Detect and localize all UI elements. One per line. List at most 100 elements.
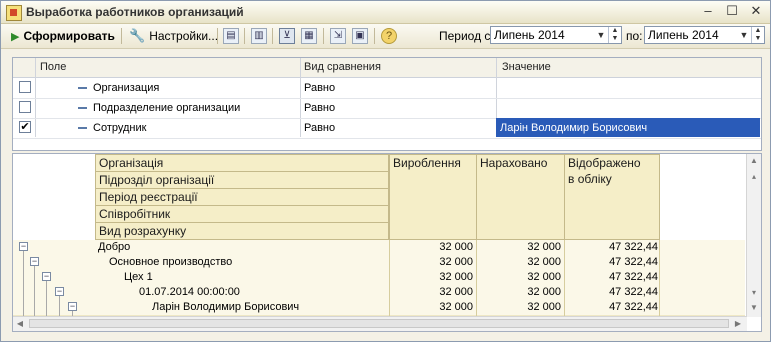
column-header-accrued: Нараховано	[476, 154, 565, 240]
row-produced: 32 000	[439, 286, 473, 298]
period-from-label: Период с:	[439, 29, 494, 43]
scroll-down-fast-icon[interactable]: ▾	[747, 286, 761, 300]
report-row[interactable]: Добро 32 000 32 000 47 322,44	[13, 240, 745, 256]
filter-field: Организация	[93, 82, 160, 94]
field-dash-icon	[78, 127, 87, 129]
collapse-icon[interactable]: −	[55, 287, 64, 296]
row-reflected: 47 322,44	[609, 271, 658, 283]
row-accrued: 32 000	[527, 286, 561, 298]
wrench-icon: 🔧	[129, 28, 146, 43]
column-header-comparison: Вид сравнения	[304, 61, 381, 73]
report-app-icon	[6, 5, 22, 21]
generate-button[interactable]: ▶ Сформировать	[11, 27, 115, 45]
report-row[interactable]: 01.07.2014 00:00:00 32 000 32 000 47 322…	[13, 285, 745, 301]
dropdown-arrow-icon[interactable]: ▼	[737, 27, 751, 43]
play-icon: ▶	[11, 30, 20, 43]
filter-comparison[interactable]: Равно	[304, 102, 335, 114]
row-reflected: 47 322,44	[609, 301, 658, 313]
generate-button-label: Сформировать	[23, 29, 115, 43]
filter-value-selected[interactable]: Ларін Володимир Борисович	[496, 118, 760, 137]
filter-checkbox[interactable]	[19, 101, 31, 113]
row-name: Цех 1	[124, 271, 153, 283]
report-table: Організація Підрозділ організації Період…	[12, 153, 762, 332]
row-produced: 32 000	[439, 301, 473, 313]
collapse-icon[interactable]: −	[42, 272, 51, 281]
scroll-left-arrow-icon[interactable]: ◀	[13, 317, 27, 331]
filter-row[interactable]: Организация Равно	[13, 78, 761, 99]
title-bar: Выработка работников организаций – ☐ ✕	[1, 1, 770, 24]
row-name: Ларін Володимир Борисович	[152, 301, 300, 313]
collapse-icon[interactable]: −	[19, 242, 28, 251]
filter-icon[interactable]: ⊻	[279, 28, 295, 44]
group-header-organization: Організація	[95, 154, 389, 172]
filter-checkbox-checked[interactable]: ✔	[19, 121, 31, 133]
filter-table: Поле Вид сравнения Значение Организация …	[12, 57, 762, 151]
scroll-up-arrow-icon[interactable]: ▲	[747, 154, 761, 168]
filter-comparison[interactable]: Равно	[304, 82, 335, 94]
settings-button-label: Настройки...	[149, 29, 219, 43]
row-reflected: 47 322,44	[609, 256, 658, 268]
filter-table-header: Поле Вид сравнения Значение	[13, 58, 761, 78]
group-header-period: Період реєстрації	[95, 188, 389, 206]
field-dash-icon	[78, 107, 87, 109]
period-from-value: Липень 2014	[494, 28, 565, 42]
print-icon[interactable]: ▤	[223, 28, 239, 44]
scroll-up-fast-icon[interactable]: ▴	[747, 170, 761, 184]
toolbar: ▶ Сформировать 🔧 Настройки... ▤ ▥ ⊻ ▦ ⇲ …	[1, 24, 770, 49]
row-produced: 32 000	[439, 256, 473, 268]
filter-comparison[interactable]: Равно	[304, 122, 335, 134]
scroll-down-arrow-icon[interactable]: ▼	[747, 301, 761, 315]
period-to-value: Липень 2014	[648, 28, 719, 42]
table-icon[interactable]: ▦	[301, 28, 317, 44]
load-settings-icon[interactable]: ⇲	[330, 28, 346, 44]
column-header-reflected-line1: Відображено	[568, 156, 641, 170]
column-header-produced: Вироблення	[389, 154, 477, 240]
period-to-label: по:	[626, 29, 643, 43]
spin-arrows-icon[interactable]: ▲ ▼	[751, 27, 764, 43]
collapse-icon[interactable]: −	[30, 257, 39, 266]
row-reflected: 47 322,44	[609, 286, 658, 298]
save-settings-icon[interactable]: ▣	[352, 28, 368, 44]
column-header-field: Поле	[40, 61, 67, 73]
field-dash-icon	[78, 87, 87, 89]
filter-field: Подразделение организации	[93, 102, 241, 114]
report-row[interactable]: Цех 1 32 000 32 000 47 322,44	[13, 270, 745, 286]
filter-row[interactable]: Подразделение организации Равно	[13, 98, 761, 119]
row-produced: 32 000	[439, 241, 473, 253]
row-name: 01.07.2014 00:00:00	[139, 286, 240, 298]
filter-row[interactable]: ✔ Сотрудник Равно Ларін Володимир Борисо…	[13, 118, 761, 139]
chart-icon[interactable]: ▥	[251, 28, 267, 44]
spin-arrows-icon[interactable]: ▲ ▼	[608, 27, 621, 43]
minimize-button[interactable]: –	[700, 3, 716, 19]
settings-button[interactable]: 🔧 Настройки...	[129, 27, 218, 45]
filter-value: Ларін Володимир Борисович	[500, 122, 648, 134]
collapse-icon[interactable]: −	[68, 302, 77, 311]
row-accrued: 32 000	[527, 256, 561, 268]
column-header-value: Значение	[502, 61, 551, 73]
maximize-button[interactable]: ☐	[724, 3, 740, 19]
period-from-field[interactable]: Липень 2014 ▼ ▲ ▼	[490, 26, 622, 44]
column-header-reflected-line2: в обліку	[568, 172, 612, 186]
group-header-calc-type: Вид розрахунку	[95, 222, 389, 240]
row-name: Добро	[98, 241, 131, 253]
report-window: Выработка работников организаций – ☐ ✕ ▶…	[0, 0, 771, 342]
filter-field: Сотрудник	[93, 122, 147, 134]
report-row[interactable]: Ларін Володимир Борисович 32 000 32 000 …	[13, 300, 745, 316]
close-button[interactable]: ✕	[748, 3, 764, 19]
column-header-reflected: Відображено в обліку	[564, 154, 660, 240]
scroll-right-arrow-icon[interactable]: ▶	[731, 317, 745, 331]
filter-checkbox[interactable]	[19, 81, 31, 93]
period-to-field[interactable]: Липень 2014 ▼ ▲ ▼	[644, 26, 765, 44]
horizontal-scroll-thumb[interactable]	[29, 319, 729, 328]
row-reflected: 47 322,44	[609, 241, 658, 253]
report-row[interactable]: Основное производство 32 000 32 000 47 3…	[13, 255, 745, 271]
row-accrued: 32 000	[527, 301, 561, 313]
help-icon[interactable]: ?	[381, 28, 397, 44]
dropdown-arrow-icon[interactable]: ▼	[594, 27, 608, 43]
horizontal-scrollbar[interactable]: ◀ ▶	[13, 316, 747, 331]
row-name: Основное производство	[109, 256, 233, 268]
row-accrued: 32 000	[527, 241, 561, 253]
vertical-scrollbar[interactable]: ▲ ▴ ▾ ▼	[746, 154, 761, 317]
group-header-employee: Співробітник	[95, 205, 389, 223]
group-header-department: Підрозділ організації	[95, 171, 389, 189]
